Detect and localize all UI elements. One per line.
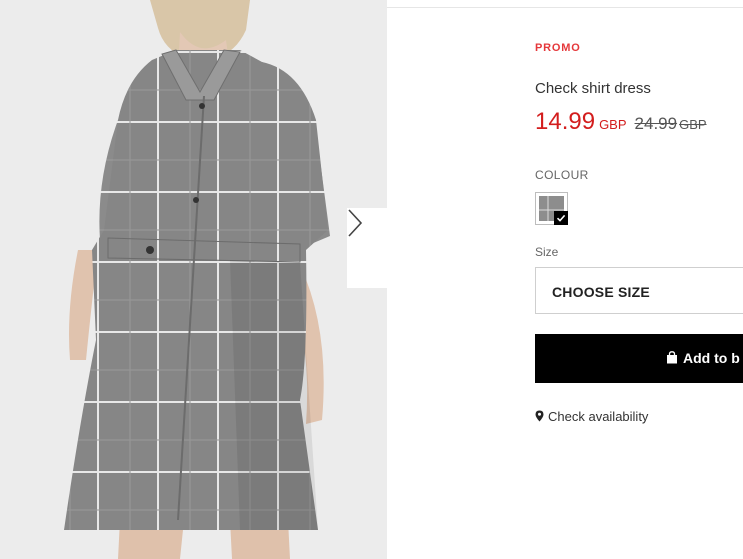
shopping-bag-icon (667, 351, 677, 364)
price-block: 14.99 GBP 24.99 GBP (535, 108, 707, 136)
product-info-panel: PROMO Check shirt dress 14.99 GBP 24.99 GBP… (535, 0, 743, 559)
add-to-bag-label: Add to b (683, 350, 740, 366)
location-pin-icon (535, 410, 544, 422)
add-to-bag-button[interactable]: Add to b (535, 334, 743, 383)
product-title: Check shirt dress (535, 80, 651, 97)
product-gallery[interactable] (0, 0, 387, 559)
size-label: Size (535, 245, 559, 259)
checkmark-icon (554, 211, 568, 225)
old-price-currency: GBP (679, 117, 707, 132)
check-availability-link[interactable]: Check availability (535, 409, 648, 424)
size-select[interactable]: CHOOSE SIZE (535, 267, 743, 314)
current-price-currency: GBP (599, 117, 627, 132)
colour-swatch-selected[interactable] (535, 192, 568, 225)
check-availability-label: Check availability (548, 409, 649, 424)
promo-badge: PROMO (535, 42, 581, 54)
current-price: 14.99 (535, 108, 596, 135)
old-price: 24.99 (634, 114, 678, 133)
chevron-right-icon (348, 209, 363, 237)
colour-label: COLOUR (535, 168, 589, 182)
gallery-next-button[interactable] (347, 208, 387, 288)
product-photo (0, 0, 387, 559)
